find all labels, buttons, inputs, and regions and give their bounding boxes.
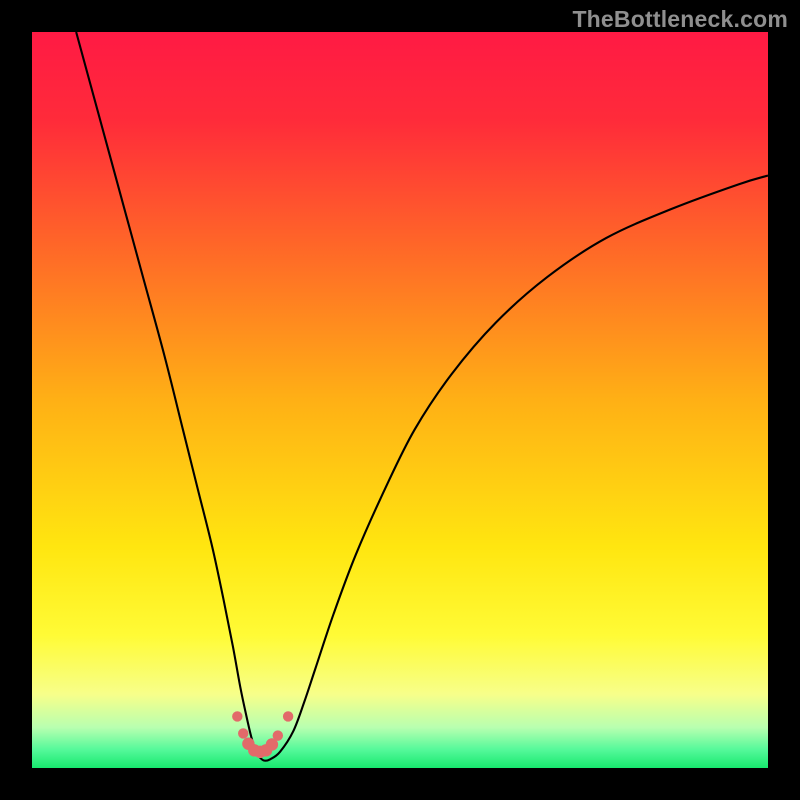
plot-area xyxy=(32,32,768,768)
trough-marker xyxy=(238,728,248,738)
bottleneck-curve xyxy=(76,32,768,761)
outer-black-frame: TheBottleneck.com xyxy=(0,0,800,800)
trough-markers xyxy=(232,711,293,758)
watermark-label: TheBottleneck.com xyxy=(572,6,788,33)
trough-marker xyxy=(273,730,283,740)
chart-svg xyxy=(32,32,768,768)
trough-marker xyxy=(232,711,242,721)
trough-marker xyxy=(283,711,293,721)
